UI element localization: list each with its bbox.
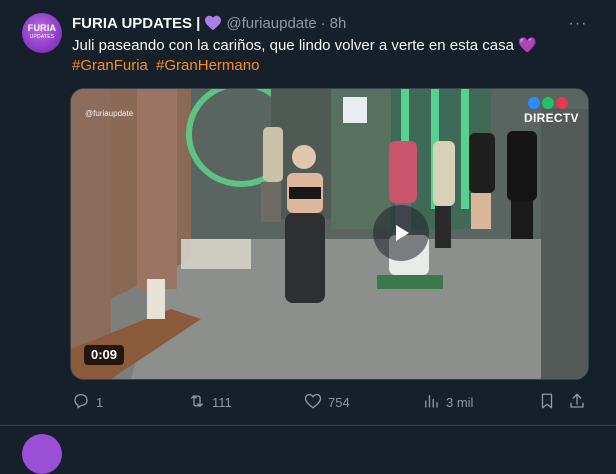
avatar-logo: FURIA UPDATES [28, 24, 57, 42]
next-tweet-avatar[interactable] [22, 434, 62, 474]
repost-count: 111 [212, 394, 232, 410]
avatar-logo-text: FURIA [27, 23, 57, 33]
purple-heart-icon [204, 15, 222, 31]
tweet[interactable]: FURIA UPDATES FURIA UPDATES | @furiaupda… [0, 0, 616, 426]
hashtag-link[interactable]: #GranFuria [72, 57, 148, 74]
like-icon [304, 392, 328, 413]
like-count: 754 [328, 394, 350, 410]
views-count: 3 mil [446, 394, 474, 410]
directv-logo-text: DIRECTV [524, 111, 579, 125]
views-button[interactable]: 3 mil [422, 392, 473, 412]
views-icon [422, 392, 446, 413]
video-watermark: @furiaupdate [85, 109, 134, 118]
author-handle[interactable]: @furiaupdate [226, 15, 316, 32]
bookmark-icon [538, 392, 562, 413]
reply-icon [72, 392, 96, 413]
hashtags: #GranFuria #GranHermano [72, 56, 259, 76]
share-icon [568, 392, 592, 413]
like-button[interactable]: 754 [304, 392, 350, 412]
avatar-logo-subtext: UPDATES [29, 34, 55, 40]
author-name[interactable]: FURIA UPDATES | [72, 15, 200, 32]
reply-button[interactable]: 1 [72, 392, 103, 412]
separator-dot: · [320, 14, 326, 32]
tweet-actions: 1 111 754 3 mil [0, 392, 616, 412]
bookmark-button[interactable] [538, 392, 562, 412]
video-duration: 0:09 [84, 345, 125, 365]
play-icon[interactable] [373, 205, 429, 261]
directv-logo: DIRECTV [522, 95, 582, 127]
reply-count: 1 [96, 394, 104, 410]
tweet-header: FURIA UPDATES | @furiaupdate · 8h [72, 14, 346, 32]
tweet-timestamp[interactable]: 8h [330, 15, 347, 32]
repost-icon [188, 392, 212, 413]
hashtag-link[interactable]: #GranHermano [156, 57, 259, 74]
repost-button[interactable]: 111 [188, 392, 232, 412]
avatar[interactable]: FURIA UPDATES [22, 13, 62, 53]
share-button[interactable] [568, 392, 592, 412]
video-frame [71, 89, 588, 379]
more-options-icon[interactable]: ··· [568, 15, 588, 32]
tweet-text: Juli paseando con la cariños, que lindo … [72, 37, 537, 54]
video-player[interactable]: @furiaupdate DIRECTV 0:09 [70, 88, 589, 380]
